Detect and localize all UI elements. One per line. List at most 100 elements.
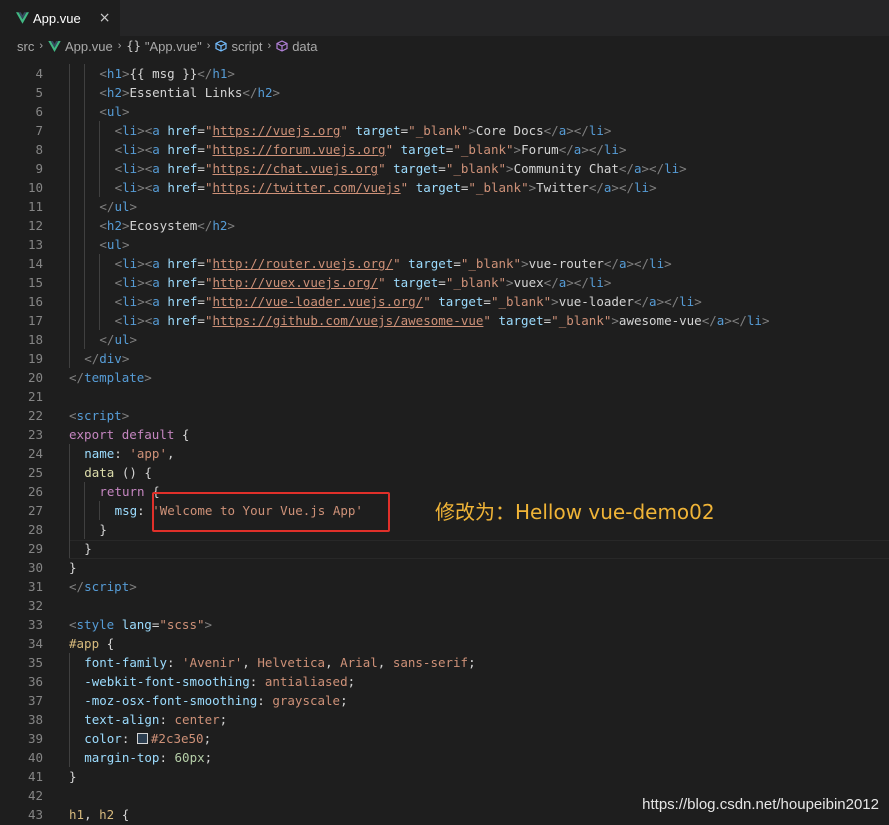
line-number: 35	[27, 655, 43, 670]
code-token: <	[114, 123, 123, 138]
tab-app-vue[interactable]: App.vue ×	[0, 0, 120, 36]
indent-guide	[84, 121, 86, 140]
code-line[interactable]: 31 </script>	[0, 577, 889, 596]
code-line[interactable]: 12 <h2>Ecosystem</h2>	[0, 216, 889, 235]
code-line[interactable]: 21	[0, 387, 889, 406]
color-swatch-icon[interactable]	[136, 733, 148, 744]
indent-guide	[69, 539, 70, 558]
code-editor[interactable]: 4 <h1>{{ msg }}</h1> 5 <h2>Essential Links<…	[0, 56, 889, 825]
code-token: li	[122, 294, 138, 309]
indent-guide	[69, 349, 70, 368]
indent-guide	[69, 159, 70, 178]
code-token: -moz-osx-font-smoothing	[84, 693, 258, 708]
indent-guide	[84, 83, 86, 102]
code-text: return {	[99, 482, 159, 501]
breadcrumb-item-data[interactable]: data	[276, 39, 318, 54]
code-text: -moz-osx-font-smoothing: grayscale;	[84, 691, 347, 710]
code-line[interactable]: 41}	[0, 767, 889, 786]
code-text: <li><a href="http://vue-loader.vuejs.org…	[115, 292, 702, 311]
code-line[interactable]: 9 <li><a href="https://chat.vuejs.org" ta…	[0, 159, 889, 178]
method-icon	[276, 40, 288, 52]
code-token: ,	[167, 446, 175, 461]
code-line[interactable]: 18 </ul>	[0, 330, 889, 349]
code-token: ><	[137, 275, 153, 290]
breadcrumb-item-component[interactable]: {} "App.vue"	[126, 39, 201, 54]
code-token: ,	[242, 655, 258, 670]
code-line[interactable]: 11 </ul>	[0, 197, 889, 216]
code-token: target	[498, 313, 544, 328]
code-token: http://vue-loader.vuejs.org/	[212, 294, 424, 309]
code-text: #app {	[69, 634, 114, 653]
line-number: 24	[27, 446, 43, 461]
code-token: </	[84, 351, 100, 366]
code-token: script	[76, 408, 122, 423]
code-token: <	[114, 142, 123, 157]
breadcrumb-item-script[interactable]: script	[215, 39, 263, 54]
indent-guide	[69, 444, 70, 463]
code-line[interactable]: 4 <h1>{{ msg }}</h1>	[0, 64, 889, 83]
code-line[interactable]: 29}	[0, 539, 889, 558]
indent-guide	[84, 159, 86, 178]
breadcrumb-item-src[interactable]: src	[17, 39, 34, 54]
annotation-note: 修改为：Hellow vue-demo02	[435, 500, 715, 524]
code-token: =	[197, 294, 205, 309]
indent-guide	[69, 748, 70, 767]
code-token: ><	[137, 161, 153, 176]
chevron-right-icon: ›	[206, 40, 211, 52]
code-token: li	[603, 142, 619, 157]
code-line[interactable]: 25 data () {	[0, 463, 889, 482]
code-text: <li><a href="https://twitter.com/vuejs" …	[115, 178, 657, 197]
tab-label: App.vue	[33, 10, 81, 26]
code-text: <h2>Ecosystem</h2>	[99, 216, 235, 235]
code-token: href	[167, 294, 198, 309]
code-line[interactable]: 36 -webkit-font-smoothing: antialiased;	[0, 672, 889, 691]
code-line[interactable]: 23 export default {	[0, 425, 889, 444]
code-line[interactable]: 17 <li><a href="https://github.com/vuejs/…	[0, 311, 889, 330]
code-line[interactable]: 13 <ul>	[0, 235, 889, 254]
indent-guide	[84, 102, 86, 121]
code-line[interactable]: 7 <li><a href="https://vuejs.org" target=…	[0, 121, 889, 140]
code-token: https://chat.vuejs.org	[212, 161, 379, 176]
code-line[interactable]: 33 <style lang="scss">	[0, 615, 889, 634]
code-token: >	[649, 180, 657, 195]
code-line[interactable]: 20 </template>	[0, 368, 889, 387]
close-icon[interactable]: ×	[99, 10, 111, 26]
code-token: =	[197, 123, 205, 138]
code-line[interactable]: 30}	[0, 558, 889, 577]
code-token: li	[122, 313, 138, 328]
code-line[interactable]: 38 text-align: center;	[0, 710, 889, 729]
indent-guide	[99, 292, 101, 311]
code-token: a	[152, 161, 160, 176]
code-token: ul	[114, 332, 130, 347]
code-token: "_blank"	[460, 256, 522, 271]
code-line[interactable]: 10 <li><a href="https://twitter.com/vuejs…	[0, 178, 889, 197]
code-token: ul	[114, 199, 130, 214]
code-line[interactable]: 40 margin-top: 60px;	[0, 748, 889, 767]
code-line[interactable]: 22 <script>	[0, 406, 889, 425]
code-line[interactable]: 16 <li><a href="http://vue-loader.vuejs.o…	[0, 292, 889, 311]
code-token: a	[152, 294, 160, 309]
code-line[interactable]: 14 <li><a href="http://router.vuejs.org/"…	[0, 254, 889, 273]
code-line[interactable]: 32	[0, 596, 889, 615]
code-token: >	[204, 617, 213, 632]
code-line[interactable]: 5 <h2>Essential Links</h2>	[0, 83, 889, 102]
code-line[interactable]: 34 #app {	[0, 634, 889, 653]
code-line[interactable]: 15 <li><a href="http://vuex.vuejs.org/" t…	[0, 273, 889, 292]
code-line[interactable]: 24 name: 'app',	[0, 444, 889, 463]
code-token: script	[84, 579, 130, 594]
code-line[interactable]: 37 -moz-osx-font-smoothing: grayscale;	[0, 691, 889, 710]
line-number: 4	[35, 66, 43, 81]
code-token: >	[272, 85, 281, 100]
code-line[interactable]: 35 font-family: 'Avenir', Helvetica, Aria…	[0, 653, 889, 672]
code-line[interactable]: 39 color: #2c3e50;	[0, 729, 889, 748]
code-token: }	[69, 769, 77, 784]
code-line[interactable]: 8 <li><a href="https://forum.vuejs.org" t…	[0, 140, 889, 159]
code-line[interactable]: 6 <ul>	[0, 102, 889, 121]
code-token: li	[122, 180, 138, 195]
code-token: {{ msg }}	[129, 66, 198, 81]
breadcrumb-item-file[interactable]: App.vue	[48, 39, 113, 54]
code-token: <	[99, 85, 107, 100]
code-line[interactable]: 19 </div>	[0, 349, 889, 368]
code-token: () {	[114, 465, 152, 480]
